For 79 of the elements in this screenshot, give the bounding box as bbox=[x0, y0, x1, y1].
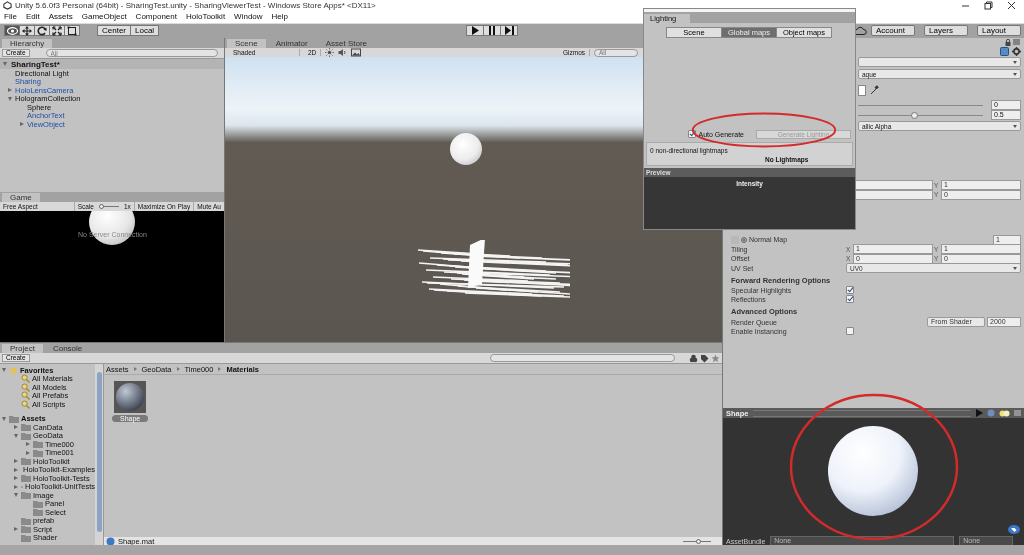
cloud-icon[interactable] bbox=[853, 25, 867, 36]
search-icon bbox=[21, 399, 30, 409]
tag-icon[interactable] bbox=[1008, 525, 1020, 535]
layers-dropdown[interactable]: Layers bbox=[924, 25, 968, 37]
panel-tab[interactable]: Animator bbox=[267, 39, 316, 49]
play-icon[interactable] bbox=[975, 409, 983, 418]
drag-handle[interactable] bbox=[752, 409, 971, 417]
search-icon bbox=[21, 382, 30, 392]
rotate-icon bbox=[37, 25, 47, 36]
search-icon bbox=[21, 391, 30, 401]
menu-item[interactable]: Edit bbox=[25, 12, 40, 22]
search-field[interactable] bbox=[490, 354, 675, 363]
pivot-button[interactable]: Center bbox=[97, 25, 131, 37]
rect-tool-button[interactable] bbox=[64, 25, 80, 37]
slider-thumb[interactable] bbox=[99, 203, 105, 209]
menu-item[interactable]: HoloToolkit bbox=[185, 12, 226, 22]
object-picker-icon[interactable] bbox=[741, 237, 747, 243]
panel-tab[interactable]: Project bbox=[2, 344, 43, 354]
scale-icon bbox=[52, 25, 62, 36]
panel-tab[interactable]: Console bbox=[44, 344, 91, 354]
restore-icon[interactable] bbox=[984, 0, 993, 10]
panel-tab[interactable]: Hierarchy bbox=[2, 39, 53, 49]
star-icon[interactable] bbox=[711, 353, 720, 363]
menu-item[interactable]: Component bbox=[135, 12, 177, 22]
pause-icon bbox=[488, 26, 497, 36]
expand-arrow-icon[interactable] bbox=[2, 368, 6, 373]
eyedropper-icon[interactable] bbox=[870, 85, 879, 96]
dropdown-field[interactable] bbox=[858, 57, 1021, 68]
speaker-icon[interactable] bbox=[338, 48, 348, 58]
window-title: Unity 5.6.0f3 Personal (64bit) - SharingTest.unity - SharingViewerTest - Windows Store Apps* <DX11> bbox=[15, 0, 376, 10]
menu-item[interactable]: GameObject bbox=[81, 12, 127, 22]
close-icon[interactable] bbox=[1007, 0, 1016, 10]
menu-item[interactable]: Window bbox=[234, 12, 263, 22]
star-icon bbox=[9, 365, 18, 375]
play-icon bbox=[471, 26, 480, 36]
expand-arrow-icon[interactable] bbox=[20, 122, 24, 127]
account-dropdown[interactable]: Account bbox=[871, 25, 915, 37]
step-button[interactable] bbox=[500, 25, 519, 37]
expand-arrow-icon[interactable] bbox=[14, 467, 18, 472]
unity-logo-icon bbox=[3, 0, 12, 10]
filter-type-icon[interactable] bbox=[689, 353, 698, 363]
sphere-drawing bbox=[450, 133, 482, 166]
number-field[interactable] bbox=[853, 180, 933, 191]
book-icon[interactable] bbox=[1000, 46, 1009, 56]
tag-icon[interactable] bbox=[700, 353, 709, 363]
move-icon bbox=[22, 25, 32, 36]
menu-item[interactable]: File bbox=[4, 12, 17, 22]
slider-thumb[interactable] bbox=[910, 111, 918, 119]
checkbox[interactable] bbox=[846, 295, 854, 304]
search-icon bbox=[21, 374, 30, 384]
material-thumbnail[interactable] bbox=[114, 381, 147, 414]
pivot-button[interactable]: Local bbox=[130, 25, 160, 37]
menu-item[interactable]: Help bbox=[271, 12, 288, 22]
sphere-icon[interactable] bbox=[987, 409, 995, 418]
number-field[interactable] bbox=[853, 189, 933, 200]
checkbox[interactable] bbox=[846, 285, 854, 294]
image-icon[interactable] bbox=[351, 48, 362, 58]
checkbox[interactable] bbox=[688, 130, 697, 138]
material-icon bbox=[106, 537, 115, 547]
sun-icon[interactable] bbox=[325, 48, 335, 58]
panel-tab[interactable]: Scene bbox=[227, 39, 266, 49]
checkbox[interactable] bbox=[846, 326, 854, 335]
settings-icon[interactable] bbox=[1012, 46, 1021, 56]
lock-icon[interactable] bbox=[1005, 38, 1011, 46]
panel-tab[interactable]: Asset Store bbox=[317, 39, 376, 49]
expand-arrow-icon[interactable] bbox=[8, 88, 12, 93]
eye-icon bbox=[6, 26, 18, 35]
rect-icon bbox=[67, 25, 77, 36]
step-icon bbox=[504, 26, 514, 36]
expand-arrow-icon[interactable] bbox=[8, 96, 12, 101]
panel-tab[interactable]: Game bbox=[2, 193, 40, 203]
lights-icon[interactable] bbox=[999, 409, 1010, 417]
slider-thumb[interactable] bbox=[695, 538, 701, 544]
layout-dropdown[interactable]: Layout bbox=[977, 25, 1021, 37]
scrollbar[interactable] bbox=[95, 364, 103, 547]
expand-arrow-icon[interactable] bbox=[14, 484, 18, 489]
color-swatch[interactable] bbox=[858, 84, 866, 96]
scene-name[interactable]: SharingTest* bbox=[11, 59, 60, 69]
menu-item[interactable]: Assets bbox=[48, 12, 73, 22]
